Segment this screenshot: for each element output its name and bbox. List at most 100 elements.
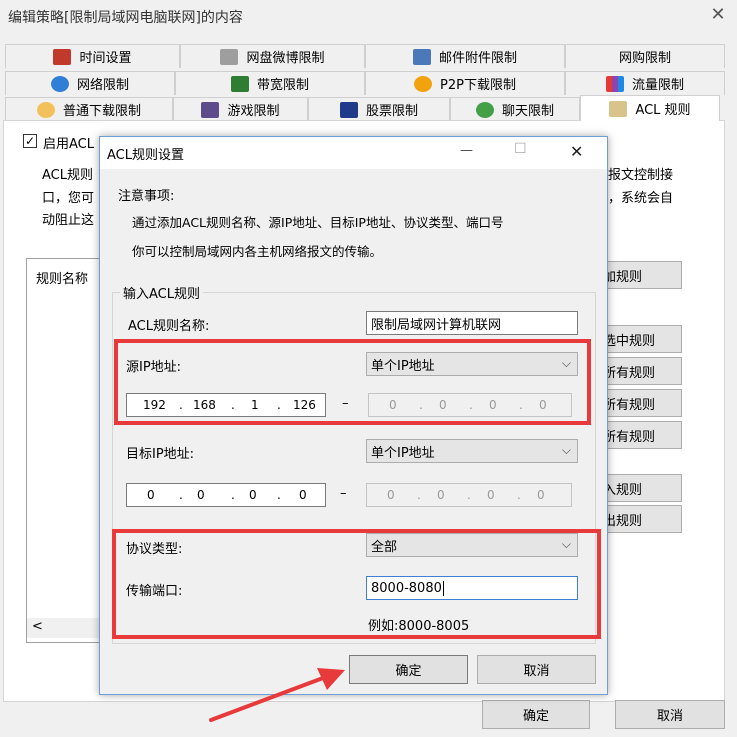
ip-octet: 0 — [389, 398, 397, 412]
acl-rule-dialog: ACL规则设置 — ☐ ✕ 注意事项: 通过添加ACL规则名称、源IP地址、目标… — [99, 136, 608, 695]
tab-network-limit[interactable]: 网络限制 — [5, 71, 175, 95]
scroll-left-arrow-icon[interactable]: < — [32, 619, 43, 634]
window-title: 编辑策略[限制局域网电脑联网]的内容 — [8, 10, 243, 26]
acl-description-line2: 口，您可 — [42, 191, 95, 206]
tab-label: P2P下载限制 — [440, 78, 516, 93]
acl-description-line1: ACL规则 — [42, 168, 93, 183]
chevron-down-icon: ⌵ — [561, 443, 571, 457]
ip-octet: 0 — [537, 488, 545, 502]
tab-p2p-download-limit[interactable]: P2P下载限制 — [365, 71, 565, 95]
main-ok-button[interactable]: 确定 — [482, 700, 590, 729]
tab-chat-limit[interactable]: 聊天限制 — [450, 97, 580, 121]
enable-acl-label: 启用ACL — [43, 137, 94, 152]
dialog-ok-button[interactable]: 确定 — [349, 655, 468, 684]
cloud-gear-icon — [220, 48, 239, 65]
bandwidth-icon — [230, 75, 249, 92]
notes-line1: 通过添加ACL规则名称、源IP地址、目标IP地址、协议类型、端口号 — [132, 215, 504, 230]
tab-label: 邮件附件限制 — [438, 51, 517, 66]
tab-label: 股票限制 — [365, 104, 418, 119]
destination-ip-label: 目标IP地址: — [126, 447, 195, 462]
disable-all-rules-button[interactable]: 所有规则 — [596, 389, 682, 417]
tab-stock-limit[interactable]: 股票限制 — [308, 97, 450, 121]
source-ip-input[interactable]: 192 . 168 . 1 . 126 — [126, 393, 326, 417]
ip-octet: 0 — [387, 488, 395, 502]
tab-bandwidth-limit[interactable]: 带宽限制 — [175, 71, 365, 95]
dialog-cancel-button[interactable]: 取消 — [477, 655, 596, 684]
tab-netdisk-limit[interactable]: 网盘微博限制 — [180, 44, 365, 68]
alarm-clock-icon — [53, 48, 72, 65]
tab-label: 聊天限制 — [501, 104, 554, 119]
destination-ip-mode-value: 单个IP地址 — [371, 445, 435, 461]
port-label: 传输端口: — [126, 584, 183, 599]
tab-label: 网盘微博限制 — [246, 51, 325, 66]
game-icon — [201, 101, 220, 118]
dialog-close-button[interactable]: ✕ — [570, 142, 583, 161]
annotation-arrow-icon — [209, 668, 345, 722]
source-ip-end-input: 0 . 0 . 0 . 0 — [368, 393, 572, 417]
import-rules-button[interactable]: 入规则 — [596, 474, 682, 502]
tab-traffic-limit[interactable]: 流量限制 — [565, 71, 725, 95]
maximize-button[interactable]: ☐ — [514, 141, 527, 157]
chevron-down-icon: ⌵ — [561, 356, 571, 370]
tab-label: ACL 规则 — [635, 103, 691, 118]
download-icon — [36, 101, 55, 118]
minimize-button[interactable]: — — [460, 143, 473, 158]
protocol-value: 全部 — [371, 539, 398, 555]
tab-time-settings[interactable]: 时间设置 — [5, 44, 180, 68]
chat-users-icon — [475, 101, 494, 118]
destination-ip-input[interactable]: 0 . 0 . 0 . 0 — [126, 483, 326, 507]
ip-octet: 0 — [249, 488, 257, 502]
tab-normal-download-limit[interactable]: 普通下载限制 — [5, 97, 173, 121]
destination-ip-end-input: 0 . 0 . 0 . 0 — [366, 483, 572, 507]
source-ip-mode-select[interactable]: 单个IP地址 ⌵ — [366, 352, 578, 376]
group-title: 输入ACL规则 — [120, 283, 203, 302]
chevron-down-icon: ⌵ — [561, 537, 571, 551]
ip-octet: 0 — [487, 488, 495, 502]
delete-selected-rule-button[interactable]: 选中规则 — [596, 325, 682, 353]
protocol-label: 协议类型: — [126, 542, 183, 557]
rule-name-input[interactable]: 限制局域网计算机联网 — [366, 311, 578, 335]
delete-all-rules-button[interactable]: 所有规则 — [596, 421, 682, 449]
enable-all-rules-button[interactable]: 所有规则 — [596, 357, 682, 385]
acl-description-line3: 动阻止这 — [42, 213, 95, 228]
tab-acl-rules[interactable]: ACL 规则 — [580, 95, 720, 121]
export-rules-button[interactable]: 出规则 — [596, 505, 682, 533]
p2p-icon — [414, 75, 433, 92]
destination-ip-mode-select[interactable]: 单个IP地址 ⌵ — [366, 439, 578, 463]
stock-chart-icon — [339, 101, 358, 118]
port-value: 8000-8080 — [371, 580, 442, 596]
acl-icon — [609, 100, 628, 117]
tab-shopping-limit[interactable]: 网购限制 — [565, 44, 725, 68]
acl-description-right1: 报文控制接 — [608, 168, 674, 183]
destination-ip-range-dash: – — [340, 486, 347, 501]
ip-octet: 0 — [299, 488, 307, 502]
source-ip-label: 源IP地址: — [126, 360, 182, 375]
port-example: 例如:8000-8005 — [368, 619, 470, 634]
tab-label: 时间设置 — [79, 51, 132, 66]
mail-icon — [412, 48, 431, 65]
text-cursor — [442, 580, 444, 596]
tab-mail-attachment-limit[interactable]: 邮件附件限制 — [365, 44, 565, 68]
ip-octet: 0 — [437, 488, 445, 502]
tab-game-limit[interactable]: 游戏限制 — [173, 97, 308, 121]
ip-octet: 0 — [489, 398, 497, 412]
enable-acl-checkbox[interactable]: ✓ — [23, 134, 37, 148]
ip-octet: 126 — [293, 398, 316, 412]
browser-icon — [50, 75, 69, 92]
ip-octet: 1 — [251, 398, 259, 412]
tab-label: 游戏限制 — [227, 104, 280, 119]
ip-octet: 0 — [539, 398, 547, 412]
ip-octet: 192 — [143, 398, 166, 412]
protocol-select[interactable]: 全部 ⌵ — [366, 533, 578, 557]
port-input[interactable]: 8000-8080 — [366, 576, 578, 600]
tab-label: 带宽限制 — [256, 78, 309, 93]
add-rule-button[interactable]: 加规则 — [596, 261, 682, 289]
main-cancel-button[interactable]: 取消 — [615, 700, 725, 729]
tab-label: 网购限制 — [618, 51, 671, 66]
rule-name-column-header: 规则名称 — [36, 272, 89, 287]
notes-line2: 你可以控制局域网内各主机网络报文的传输。 — [132, 244, 383, 259]
tab-label: 网络限制 — [76, 78, 129, 93]
window-close-button[interactable]: ✕ — [708, 4, 728, 26]
ip-octet: 0 — [197, 488, 205, 502]
tab-label: 流量限制 — [631, 78, 684, 93]
